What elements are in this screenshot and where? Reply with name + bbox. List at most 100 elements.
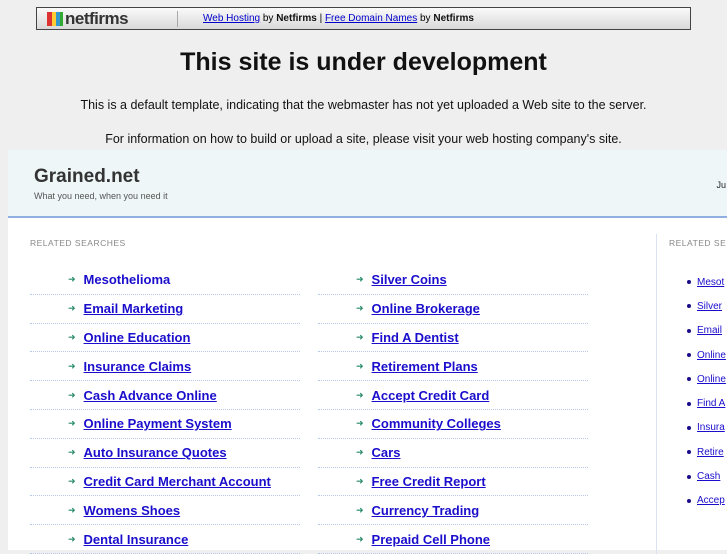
search-link[interactable]: Online Education [84, 330, 191, 345]
sidebar-link[interactable]: Online [697, 374, 726, 385]
list-item[interactable]: ➜ Find A Dentist [318, 324, 588, 353]
site-header: Grained.net What you need, when you need… [8, 150, 727, 218]
sidebar: RELATED SE Mesot Silver Email Online Online F… [656, 234, 727, 554]
search-link[interactable]: Insurance Claims [84, 359, 192, 374]
netfirms-logo[interactable]: netfirms [37, 9, 177, 29]
bullet-icon [687, 401, 691, 406]
search-link[interactable]: Find A Dentist [372, 330, 459, 345]
sidebar-item[interactable]: Retire [657, 440, 727, 464]
sidebar-item[interactable]: Insura [657, 416, 727, 440]
search-link[interactable]: Online Brokerage [372, 301, 480, 316]
search-link[interactable]: Currency Trading [372, 503, 480, 518]
search-link[interactable]: Womens Shoes [84, 503, 181, 518]
search-link[interactable]: Cars [372, 445, 401, 460]
list-item[interactable]: ➜ Free Credit Report [318, 468, 588, 497]
sidebar-item[interactable]: Mesot [657, 270, 727, 294]
site-title[interactable]: Grained.net [34, 166, 727, 188]
arrow-icon: ➜ [68, 533, 76, 544]
by-text: by [262, 13, 274, 24]
arrow-icon: ➜ [356, 447, 364, 458]
arrow-icon: ➜ [356, 475, 364, 486]
search-link[interactable]: Auto Insurance Quotes [84, 445, 227, 460]
search-link[interactable]: Retirement Plans [372, 359, 478, 374]
arrow-icon: ➜ [68, 360, 76, 371]
list-item[interactable]: ➜ Credit Card Merchant Account [30, 468, 300, 497]
arrow-icon: ➜ [68, 274, 76, 285]
sidebar-item[interactable]: Silver [657, 294, 727, 318]
sidebar-link[interactable]: Mesot [697, 277, 724, 288]
search-link[interactable]: Cash Advance Online [84, 388, 217, 403]
search-link[interactable]: Credit Card Merchant Account [84, 474, 271, 489]
list-item[interactable]: ➜ Insurance Claims [30, 352, 300, 382]
search-link[interactable]: Prepaid Cell Phone [372, 532, 490, 547]
parked-page-frame: Grained.net What you need, when you need… [8, 150, 727, 554]
search-link[interactable]: Mesothelioma [84, 272, 171, 287]
arrow-icon: ➜ [68, 418, 76, 429]
list-item[interactable]: ➜ Online Payment System [30, 410, 300, 439]
sidebar-link[interactable]: Accep [697, 495, 725, 506]
arrow-icon: ➜ [356, 360, 364, 371]
bullet-icon [687, 450, 691, 455]
search-link[interactable]: Email Marketing [84, 301, 184, 316]
free-domain-names-link[interactable]: Free Domain Names [325, 13, 417, 24]
search-link[interactable]: Silver Coins [372, 272, 447, 287]
brand-text: Netfirms [433, 13, 474, 24]
search-link[interactable]: Accept Credit Card [372, 388, 490, 403]
list-item[interactable]: ➜ Womens Shoes [30, 496, 300, 526]
logo-text: netfirms [65, 8, 129, 28]
list-item[interactable]: ➜ Cash Advance Online [30, 381, 300, 410]
sidebar-item[interactable]: Find A [657, 391, 727, 415]
sidebar-item[interactable]: Accep [657, 489, 727, 513]
sidebar-item[interactable]: Online [657, 367, 727, 391]
bullet-icon [687, 425, 691, 430]
web-hosting-link[interactable]: Web Hosting [203, 13, 260, 24]
list-item[interactable]: ➜ Currency Trading [318, 496, 588, 526]
list-item[interactable]: ➜ Mesothelioma [30, 266, 300, 295]
list-item[interactable]: ➜ Online Education [30, 324, 300, 353]
netfirms-bar: netfirms Web Hosting by Netfirms | Free … [36, 7, 691, 30]
sidebar-link[interactable]: Email [697, 325, 722, 336]
pipe: | [319, 13, 323, 24]
search-link[interactable]: Free Credit Report [372, 474, 486, 489]
arrow-icon: ➜ [68, 447, 76, 458]
list-item[interactable]: ➜ Accept Credit Card [318, 381, 588, 410]
sidebar-related-label: RELATED SE [669, 238, 727, 248]
arrow-icon: ➜ [356, 533, 364, 544]
divider [177, 10, 178, 27]
arrow-icon: ➜ [68, 504, 76, 515]
bullet-icon [687, 328, 691, 333]
sidebar-link[interactable]: Retire [697, 447, 724, 458]
list-item[interactable]: ➜ Online Brokerage [318, 295, 588, 324]
brand-text: Netfirms [276, 13, 317, 24]
sidebar-link[interactable]: Cash [697, 471, 720, 482]
search-link[interactable]: Online Payment System [84, 416, 232, 431]
sidebar-item[interactable]: Email [657, 319, 727, 343]
related-searches-label: RELATED SEARCHES [30, 238, 126, 248]
sidebar-link[interactable]: Insura [697, 422, 725, 433]
list-item[interactable]: ➜ Email Marketing [30, 295, 300, 324]
arrow-icon: ➜ [356, 331, 364, 342]
bullet-icon [687, 377, 691, 382]
sidebar-link[interactable]: Online [697, 350, 726, 361]
sidebar-link[interactable]: Silver [697, 301, 722, 312]
list-item[interactable]: ➜ Community Colleges [318, 410, 588, 439]
arrow-icon: ➜ [356, 504, 364, 515]
list-item[interactable]: ➜ Dental Insurance [30, 525, 300, 554]
bullet-icon [687, 353, 691, 358]
list-item[interactable]: ➜ Prepaid Cell Phone [318, 525, 588, 554]
arrow-icon: ➜ [356, 303, 364, 314]
arrow-icon: ➜ [356, 418, 364, 429]
info-text: For information on how to build or uploa… [105, 132, 622, 146]
arrow-icon: ➜ [68, 331, 76, 342]
search-link[interactable]: Dental Insurance [84, 532, 189, 547]
sidebar-link[interactable]: Find A [697, 398, 725, 409]
sidebar-item[interactable]: Cash [657, 464, 727, 488]
list-item[interactable]: ➜ Retirement Plans [318, 352, 588, 382]
list-item[interactable]: ➜ Cars [318, 439, 588, 468]
arrow-icon: ➜ [68, 389, 76, 400]
list-item[interactable]: ➜ Auto Insurance Quotes [30, 439, 300, 468]
search-link[interactable]: Community Colleges [372, 416, 501, 431]
sidebar-item[interactable]: Online [657, 343, 727, 367]
arrow-icon: ➜ [68, 475, 76, 486]
list-item[interactable]: ➜ Silver Coins [318, 266, 588, 295]
